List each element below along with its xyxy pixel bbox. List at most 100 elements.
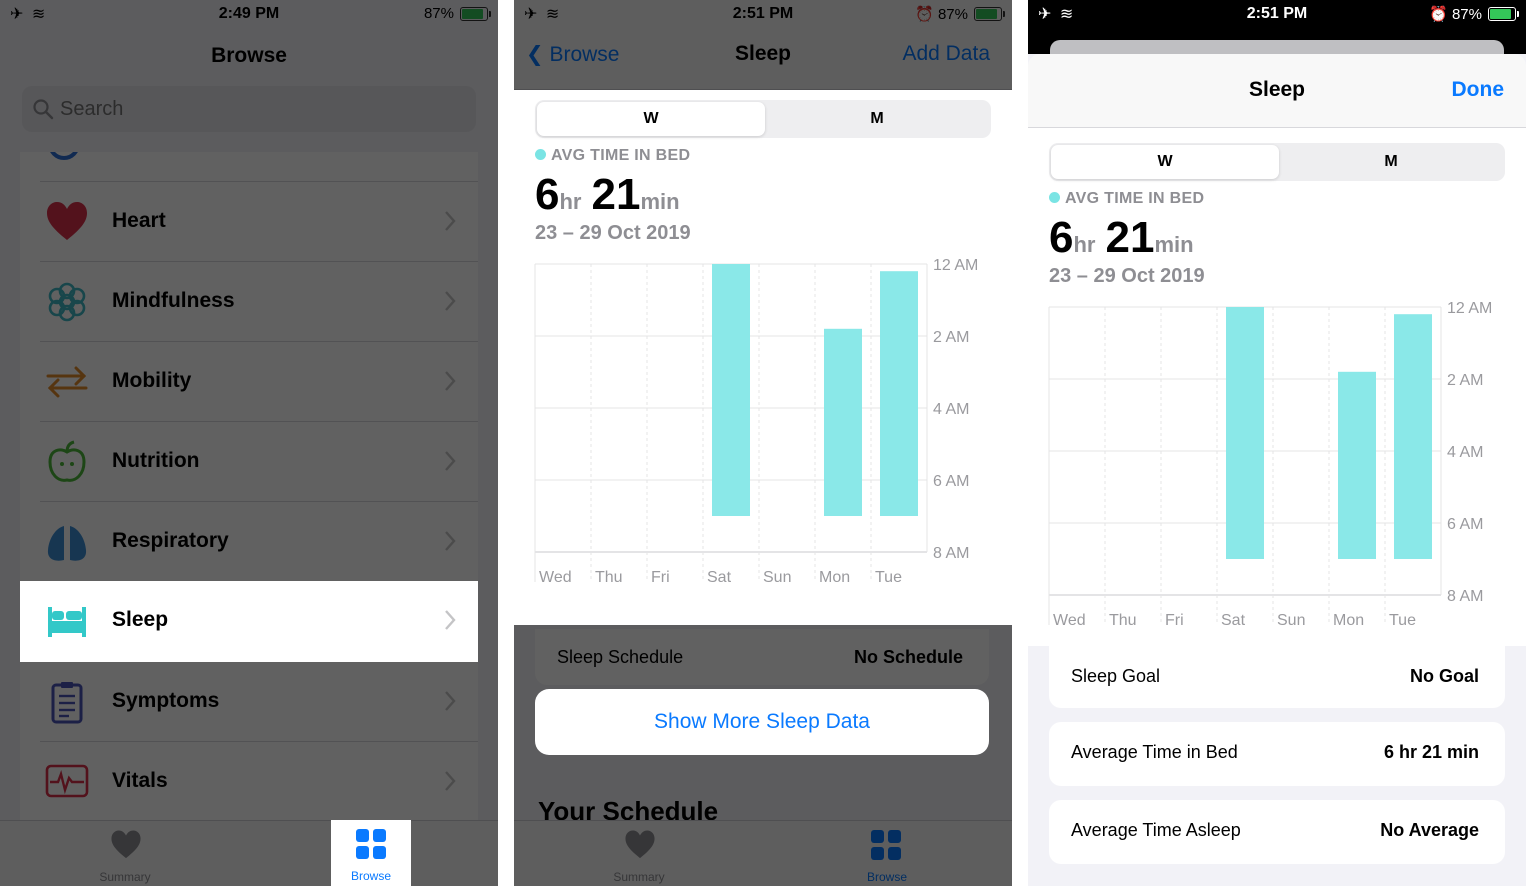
- sleep-row-highlight[interactable]: Sleep: [20, 581, 478, 659]
- bar: [880, 271, 918, 516]
- search-input[interactable]: [60, 86, 460, 132]
- x-tick-label: Thu: [595, 569, 623, 586]
- bed-icon: [48, 607, 86, 637]
- legend-dot: [535, 149, 546, 160]
- search-icon: [33, 99, 54, 120]
- tab-label: Browse: [866, 870, 907, 884]
- tab-browse[interactable]: Browse: [331, 820, 411, 886]
- segment-month[interactable]: M: [763, 102, 991, 136]
- sleep-goal-row[interactable]: Sleep Goal No Goal: [1049, 646, 1505, 708]
- chart-card: W M AVG TIME IN BED 6hr 21min 23 – 29 Oct…: [1028, 128, 1526, 646]
- x-tick-label: Wed: [539, 569, 572, 586]
- row-value: No Goal: [1409, 666, 1479, 686]
- legend-dot: [1049, 192, 1060, 203]
- metric-value: 6hr 21min: [535, 170, 680, 219]
- sheet-header: Sleep Done: [1028, 54, 1526, 128]
- period-segmented-control[interactable]: W M: [535, 100, 991, 138]
- bar: [824, 328, 862, 516]
- arrows-icon: [46, 366, 88, 398]
- schedule-row[interactable]: Sleep Schedule No Schedule: [535, 629, 989, 685]
- battery-icon: [1488, 7, 1519, 21]
- x-tick-label: Mon: [819, 569, 850, 586]
- bar: [712, 264, 750, 516]
- segment-month[interactable]: M: [1277, 145, 1505, 179]
- chevron-right-icon: [445, 211, 456, 231]
- y-tick-label: 2 AM: [933, 329, 969, 346]
- row-value: No Average: [1380, 820, 1479, 840]
- status-bar: ✈ ≋ 2:49 PM 87%: [0, 0, 498, 28]
- y-tick-label: 8 AM: [933, 545, 969, 562]
- avg-time-asleep-row[interactable]: Average Time Asleep No Average: [1049, 800, 1505, 864]
- row-key: Sleep Schedule: [557, 647, 684, 667]
- tab-summary[interactable]: Summary: [594, 821, 684, 886]
- heart-icon: [47, 202, 87, 240]
- search-bar[interactable]: [22, 86, 476, 132]
- category-label: Symptoms: [112, 689, 220, 712]
- heartbeat-icon: [45, 764, 89, 798]
- y-tick-label: 12 AM: [933, 257, 978, 274]
- x-tick-label: Fri: [651, 569, 670, 586]
- apple-icon: [48, 440, 86, 482]
- metric-label: AVG TIME IN BED: [535, 147, 690, 165]
- y-tick-label: 4 AM: [933, 401, 969, 418]
- sleep-sheet-screen: ✈ ≋ 2:51 PM ⏰ 87% Sleep Done W M AVG TIM…: [1028, 0, 1526, 886]
- period-segmented-control[interactable]: W M: [1049, 143, 1505, 181]
- category-label: Heart: [112, 209, 166, 232]
- battery-percent: 87%: [1451, 5, 1482, 23]
- battery-icon: [974, 7, 1005, 21]
- segment-week[interactable]: W: [537, 102, 765, 136]
- category-label: Mobility: [112, 369, 192, 392]
- x-tick-label: Mon: [1333, 612, 1364, 629]
- heart-icon: [625, 830, 655, 859]
- chevron-right-icon: [445, 451, 456, 471]
- category-list: Heart Mindfulness Mobility Nutrition Res…: [20, 152, 478, 822]
- date-range: 23 – 29 Oct 2019: [535, 222, 691, 244]
- status-area: ✈ ≋ 2:51 PM ⏰ 87%: [1028, 0, 1526, 60]
- category-row-heart[interactable]: Heart: [20, 182, 478, 262]
- show-more-button[interactable]: Show More Sleep Data: [535, 689, 989, 755]
- category-row-nutrition[interactable]: Nutrition: [20, 422, 478, 502]
- avg-time-in-bed-row[interactable]: Average Time in Bed 6 hr 21 min: [1049, 722, 1505, 786]
- row-value: 6 hr 21 min: [1383, 742, 1479, 762]
- add-data-button[interactable]: Add Data: [902, 42, 990, 66]
- flower-icon: [48, 282, 86, 322]
- category-row-vitals[interactable]: Vitals: [20, 742, 478, 822]
- done-button[interactable]: Done: [1452, 78, 1505, 102]
- segment-week[interactable]: W: [1051, 145, 1279, 179]
- tab-label: Browse: [350, 869, 391, 883]
- x-tick-label: Sun: [763, 569, 791, 586]
- x-tick-label: Tue: [875, 569, 902, 586]
- y-tick-label: 4 AM: [1447, 444, 1483, 461]
- category-row-respiratory[interactable]: Respiratory: [20, 502, 478, 582]
- category-label: Respiratory: [112, 529, 229, 552]
- alarm-icon: ⏰: [915, 6, 934, 23]
- list-item[interactable]: [20, 152, 478, 182]
- chevron-right-icon: [445, 610, 456, 630]
- battery-icon: [460, 6, 491, 21]
- row-value: No Schedule: [853, 647, 963, 667]
- chevron-right-icon: [445, 291, 456, 311]
- metric-value: 6hr 21min: [1049, 213, 1194, 262]
- tab-browse[interactable]: Browse: [842, 821, 932, 886]
- chart-card: W M AVG TIME IN BED 6hr 21min 23 – 29 Oct…: [514, 90, 1012, 625]
- status-bar: ✈ ≋ 2:51 PM ⏰ 87%: [514, 0, 1012, 28]
- grid-icon: [871, 830, 901, 860]
- lungs-icon: [47, 526, 87, 561]
- category-icon: [50, 152, 78, 160]
- category-label: Vitals: [112, 769, 168, 792]
- category-row-symptoms[interactable]: Symptoms: [20, 662, 478, 742]
- y-tick-label: 6 AM: [1447, 516, 1483, 533]
- browse-screen: ✈ ≋ 2:49 PM 87% Browse Heart Mindfulness: [0, 0, 498, 886]
- category-row-mobility[interactable]: Mobility: [20, 342, 478, 422]
- category-row-mindfulness[interactable]: Mindfulness: [20, 262, 478, 342]
- nav-bar: ❮ Browse Sleep Add Data: [514, 28, 1012, 90]
- date-range: 23 – 29 Oct 2019: [1049, 265, 1205, 287]
- tab-summary[interactable]: Summary: [80, 821, 170, 886]
- y-tick-label: 12 AM: [1447, 300, 1492, 317]
- bar: [1338, 371, 1376, 559]
- heart-icon: [111, 830, 141, 859]
- tab-bar: Summary: [0, 820, 498, 886]
- clipboard-icon: [51, 682, 83, 724]
- page-title: Browse: [211, 44, 287, 67]
- row-key: Average Time Asleep: [1071, 820, 1241, 840]
